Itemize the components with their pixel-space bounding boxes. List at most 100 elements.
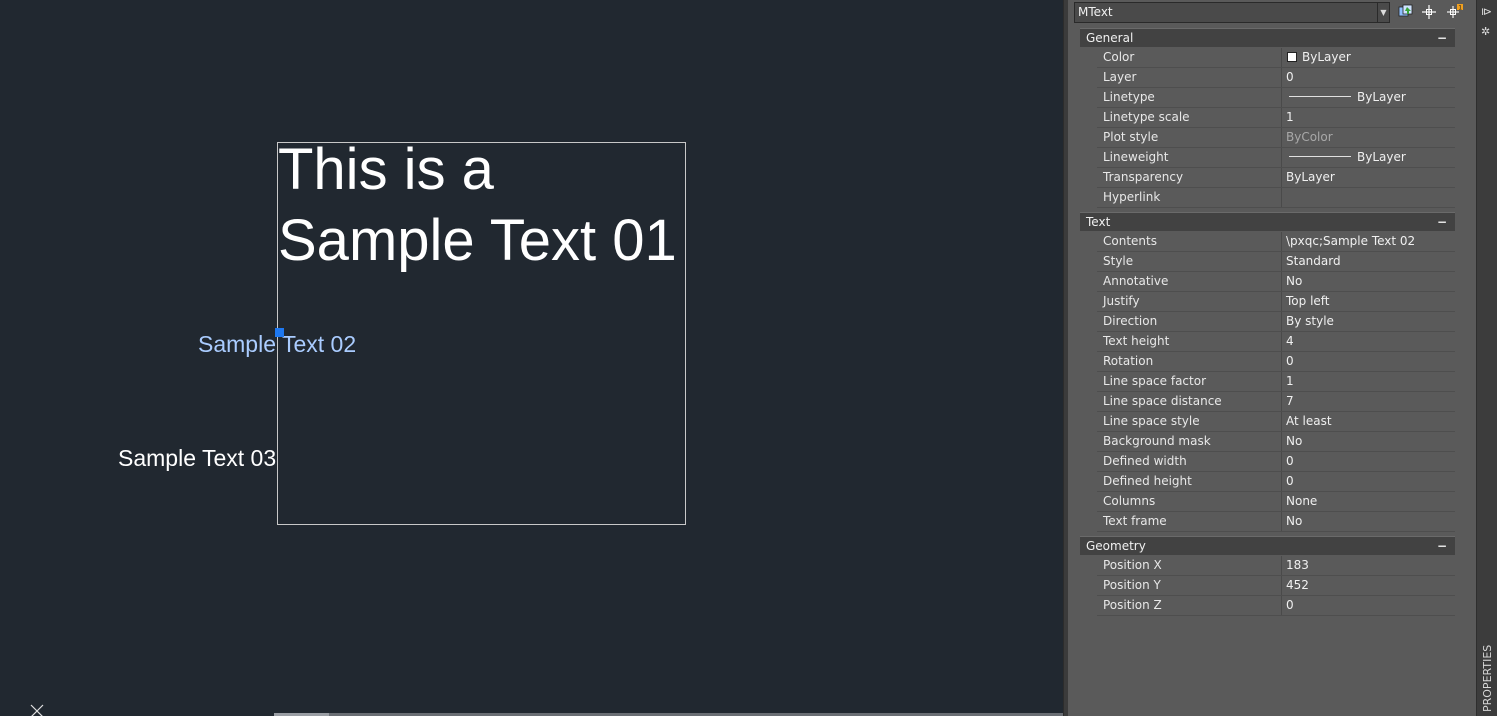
property-row-justify[interactable]: Justify Top left [1097, 292, 1455, 312]
property-name: Line space factor [1097, 372, 1282, 391]
property-value[interactable]: By style [1283, 312, 1455, 331]
property-name: Layer [1097, 68, 1282, 87]
property-value[interactable]: No [1283, 272, 1455, 291]
selection-grip[interactable] [275, 328, 284, 337]
property-name: Direction [1097, 312, 1282, 331]
property-value[interactable]: 183 [1283, 556, 1455, 575]
property-value[interactable]: No [1283, 432, 1455, 451]
property-value[interactable]: No [1283, 512, 1455, 531]
property-name: Lineweight [1097, 148, 1282, 167]
property-value[interactable]: None [1283, 492, 1455, 511]
property-value[interactable]: 0 [1283, 352, 1455, 371]
property-name: Position Y [1097, 576, 1282, 595]
property-value[interactable]: 1 [1283, 108, 1455, 127]
property-row-annotative[interactable]: Annotative No [1097, 272, 1455, 292]
property-row-transparency[interactable]: Transparency ByLayer [1097, 168, 1455, 188]
property-name: Style [1097, 252, 1282, 271]
collapse-icon[interactable]: − [1437, 213, 1447, 231]
property-value[interactable]: ByLayer [1283, 148, 1455, 167]
property-value[interactable]: ByLayer [1283, 48, 1455, 67]
svg-text:1: 1 [1458, 4, 1462, 11]
collapse-icon[interactable]: − [1437, 29, 1447, 47]
property-name: Position Z [1097, 596, 1282, 615]
property-row-line-space-factor[interactable]: Line space factor 1 [1097, 372, 1455, 392]
property-row-background-mask[interactable]: Background mask No [1097, 432, 1455, 452]
property-name: Rotation [1097, 352, 1282, 371]
property-value[interactable]: 0 [1283, 452, 1455, 471]
property-row-linetype[interactable]: Linetype ByLayer [1097, 88, 1455, 108]
property-name: Background mask [1097, 432, 1282, 451]
object-type-select[interactable]: MText [1074, 2, 1378, 23]
property-name: Justify [1097, 292, 1282, 311]
property-row-position-y[interactable]: Position Y 452 [1097, 576, 1455, 596]
mtext-sample-03[interactable]: Sample Text 03 [118, 444, 276, 472]
color-swatch-icon [1287, 51, 1297, 62]
property-row-color[interactable]: Color ByLayer [1097, 48, 1455, 68]
quick-select-icon[interactable] [1397, 3, 1415, 21]
settings-icon[interactable]: ✲ [1481, 26, 1493, 38]
property-row-text-height[interactable]: Text height 4 [1097, 332, 1455, 352]
property-value[interactable] [1283, 188, 1455, 207]
property-row-line-space-distance[interactable]: Line space distance 7 [1097, 392, 1455, 412]
color-value: ByLayer [1302, 50, 1351, 64]
lineweight-value: ByLayer [1357, 150, 1406, 164]
property-row-line-space-style[interactable]: Line space style At least [1097, 412, 1455, 432]
toggle-pickadd-icon[interactable]: 1 [1446, 3, 1464, 21]
property-value[interactable]: At least [1283, 412, 1455, 431]
property-name: Linetype [1097, 88, 1282, 107]
property-row-text-frame[interactable]: Text frame No [1097, 512, 1455, 532]
palette-title: PROPERTIES [1481, 644, 1494, 712]
property-row-style[interactable]: Style Standard [1097, 252, 1455, 272]
ucs-origin-icon [30, 704, 44, 716]
property-value[interactable]: 7 [1283, 392, 1455, 411]
linetype-value: ByLayer [1357, 90, 1406, 104]
palette-title-strip[interactable]: ⧐ ✲ PROPERTIES [1476, 0, 1497, 716]
property-row-linetype-scale[interactable]: Linetype scale 1 [1097, 108, 1455, 128]
mtext-sample-01[interactable]: This is a Sample Text 01 [278, 134, 677, 276]
property-value[interactable]: 1 [1283, 372, 1455, 391]
property-name: Transparency [1097, 168, 1282, 187]
property-value[interactable]: Top left [1283, 292, 1455, 311]
property-row-hyperlink[interactable]: Hyperlink [1097, 188, 1455, 208]
property-row-plot-style[interactable]: Plot style ByColor [1097, 128, 1455, 148]
properties-palette: MText ▼ 1 General − Color ByLayer Layer … [1068, 0, 1476, 716]
collapse-icon[interactable]: − [1437, 537, 1447, 555]
property-name: Defined height [1097, 472, 1282, 491]
property-row-rotation[interactable]: Rotation 0 [1097, 352, 1455, 372]
property-row-position-z[interactable]: Position Z 0 [1097, 596, 1455, 616]
property-name: Color [1097, 48, 1282, 67]
property-value[interactable]: 0 [1283, 596, 1455, 615]
property-name: Text height [1097, 332, 1282, 351]
drawing-canvas[interactable]: This is a Sample Text 01 Sample Text 02 … [0, 0, 1063, 716]
property-row-position-x[interactable]: Position X 183 [1097, 556, 1455, 576]
category-geometry[interactable]: Geometry − [1080, 536, 1455, 555]
property-name: Hyperlink [1097, 188, 1282, 207]
property-value[interactable]: 452 [1283, 576, 1455, 595]
property-name: Annotative [1097, 272, 1282, 291]
property-name: Position X [1097, 556, 1282, 575]
property-row-columns[interactable]: Columns None [1097, 492, 1455, 512]
property-row-direction[interactable]: Direction By style [1097, 312, 1455, 332]
auto-hide-icon[interactable]: ⧐ [1481, 6, 1493, 18]
property-value[interactable]: ByLayer [1283, 88, 1455, 107]
property-value[interactable]: 0 [1283, 472, 1455, 491]
property-row-lineweight[interactable]: Lineweight ByLayer [1097, 148, 1455, 168]
property-value[interactable]: Standard [1283, 252, 1455, 271]
property-value[interactable]: 4 [1283, 332, 1455, 351]
property-name: Text frame [1097, 512, 1282, 531]
property-name: Plot style [1097, 128, 1282, 147]
property-name: Columns [1097, 492, 1282, 511]
property-name: Linetype scale [1097, 108, 1282, 127]
category-text[interactable]: Text − [1080, 212, 1455, 231]
property-name: Defined width [1097, 452, 1282, 471]
property-value[interactable]: 0 [1283, 68, 1455, 87]
property-value[interactable]: ByLayer [1283, 168, 1455, 187]
property-row-defined-width[interactable]: Defined width 0 [1097, 452, 1455, 472]
chevron-down-icon[interactable]: ▼ [1377, 2, 1390, 23]
select-objects-icon[interactable] [1420, 3, 1438, 21]
property-value[interactable]: \pxqc;Sample Text 02 [1283, 232, 1455, 251]
property-row-defined-height[interactable]: Defined height 0 [1097, 472, 1455, 492]
property-row-layer[interactable]: Layer 0 [1097, 68, 1455, 88]
category-general[interactable]: General − [1080, 28, 1455, 47]
property-row-contents[interactable]: Contents \pxqc;Sample Text 02 [1097, 232, 1455, 252]
